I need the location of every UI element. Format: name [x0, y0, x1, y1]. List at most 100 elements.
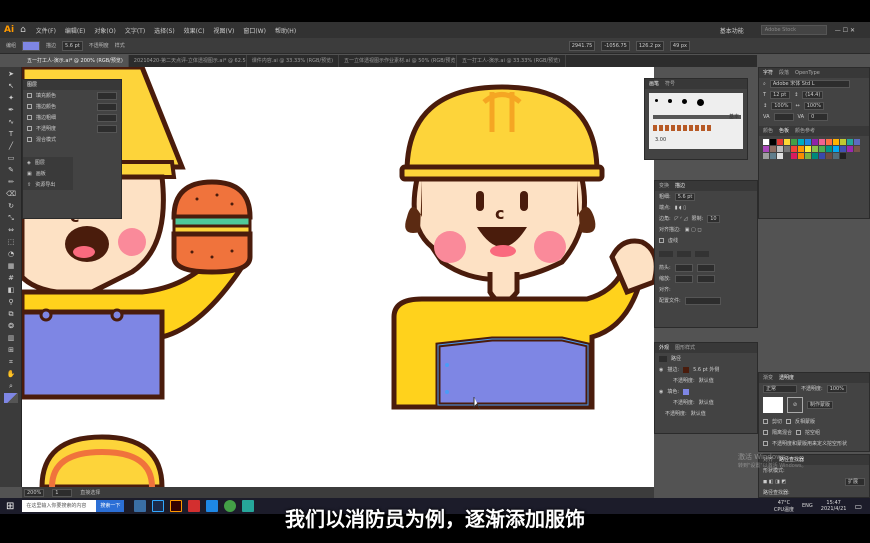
fill-swatch[interactable]	[22, 40, 41, 51]
perspective-grid-icon[interactable]: ▦	[4, 261, 18, 271]
clip-checkbox[interactable]	[763, 419, 768, 424]
color-swatch[interactable]	[777, 139, 783, 145]
color-swatch[interactable]	[784, 146, 790, 152]
color-swatch[interactable]	[763, 146, 769, 152]
knockout-checkbox[interactable]	[796, 430, 802, 435]
font-family-select[interactable]: Adobe 宋体 Std L	[769, 79, 850, 88]
eye-icon[interactable]: ◉	[659, 389, 663, 395]
color-swatch[interactable]	[784, 153, 790, 159]
eye-icon[interactable]: ◉	[659, 367, 663, 373]
rectangle-tool-icon[interactable]: ▭	[4, 153, 18, 163]
color-swatch[interactable]	[812, 146, 818, 152]
align-buttons[interactable]: ▣ ▢ ◻	[685, 227, 702, 233]
tab-character[interactable]: 字符	[763, 68, 773, 78]
checkbox[interactable]	[27, 126, 32, 131]
zoom-tool-icon[interactable]: ⌕	[4, 381, 18, 391]
symbol-sprayer-icon[interactable]: ❂	[4, 321, 18, 331]
tab-graphic-styles[interactable]: 图形样式	[675, 343, 695, 353]
invert-checkbox[interactable]	[786, 419, 792, 424]
type-tool-icon[interactable]: T	[4, 129, 18, 139]
tab-gradient[interactable]: 渐变	[763, 373, 773, 383]
stock-search-input[interactable]: Adobe Stock	[760, 25, 827, 35]
tab-appearance[interactable]: 外观	[659, 343, 669, 353]
fill-swatch[interactable]	[683, 388, 690, 395]
menu-item-object[interactable]: 对象(O)	[94, 26, 115, 35]
menu-item-artboards[interactable]: 画板	[36, 170, 46, 177]
hand-tool-icon[interactable]: ✋	[4, 369, 18, 379]
free-transform-icon[interactable]: ⬚	[4, 237, 18, 247]
color-swatch[interactable]	[812, 153, 818, 159]
tab-swatches[interactable]: 色板	[779, 126, 789, 136]
opacity-row-value[interactable]: 默认值	[691, 410, 706, 417]
color-swatch[interactable]	[847, 146, 853, 152]
menu-item-select[interactable]: 选择(S)	[154, 26, 175, 35]
stroke-weight-field[interactable]: 5.6 pt	[62, 40, 83, 51]
stroke-swatch[interactable]	[683, 366, 690, 373]
define-knockout-checkbox[interactable]	[763, 441, 768, 446]
blend-tool-icon[interactable]: ⧉	[4, 309, 18, 319]
slice-tool-icon[interactable]: ⌗	[4, 357, 18, 367]
tab-stroke[interactable]: 描边	[675, 181, 685, 191]
color-swatch[interactable]	[784, 139, 790, 145]
opacity-input[interactable]: 100%	[826, 384, 847, 393]
stroke-weight-input[interactable]: 5.6 pt	[674, 192, 696, 201]
artboard-canvas[interactable]: c 图层 填充颜色 描边颜色 描边粗细 不透明度 混合模式 ◈ 图层 ▣ 画板 …	[22, 67, 654, 487]
width-field[interactable]: 126.2 px	[635, 40, 664, 51]
color-swatch[interactable]	[826, 153, 832, 159]
checkbox[interactable]	[27, 104, 32, 109]
color-swatch[interactable]	[833, 146, 839, 152]
magic-wand-icon[interactable]: ✦	[4, 93, 18, 103]
doc-tab[interactable]: 五一打工人-演示.ai* @ 200% (RGB/预览)	[22, 55, 129, 67]
blend-mode-select[interactable]: 正常	[763, 384, 797, 393]
color-swatch[interactable]	[770, 146, 776, 152]
tracking-input[interactable]: 0	[808, 112, 829, 121]
opacity-row-value[interactable]: 默认值	[699, 377, 714, 384]
doc-tab[interactable]: 五一打工人-演示.ai @ 33.33% (RGB/预览)	[457, 55, 567, 67]
curvature-tool-icon[interactable]: ∿	[4, 117, 18, 127]
gradient-tool-icon[interactable]: ◧	[4, 285, 18, 295]
menu-item-window[interactable]: 窗口(W)	[243, 26, 266, 35]
doc-tab[interactable]: 课件内容.ai @ 33.33% (RGB/预览)	[247, 55, 340, 67]
tab-color-guide[interactable]: 颜色参考	[795, 126, 815, 136]
color-swatch[interactable]	[840, 153, 846, 159]
tab-color[interactable]: 颜色	[763, 126, 773, 136]
color-swatch[interactable]	[805, 139, 811, 145]
stroke-row-value[interactable]: 5.6 pt 外侧	[693, 366, 719, 373]
limit-input[interactable]: 10	[707, 214, 720, 223]
eraser-tool-icon[interactable]: ⌫	[4, 189, 18, 199]
width-tool-icon[interactable]: ⇔	[4, 225, 18, 235]
v-scale-input[interactable]: 100%	[771, 101, 792, 110]
selection-tool-icon[interactable]: ➤	[4, 69, 18, 79]
color-swatch[interactable]	[826, 139, 832, 145]
checkbox[interactable]	[27, 137, 32, 142]
column-graph-icon[interactable]: ▥	[4, 333, 18, 343]
tab-brushes[interactable]: 画笔	[649, 79, 659, 89]
scale-start-input[interactable]	[674, 274, 693, 283]
opacity-row-value[interactable]: 默认值	[699, 399, 714, 406]
make-mask-button[interactable]: 制作蒙版	[807, 401, 834, 409]
color-swatch[interactable]	[819, 153, 825, 159]
tab-opentype[interactable]: OpenType	[795, 68, 820, 78]
doc-tab[interactable]: 20210420-第二天点评-立体透视图示.ai* @ 62.5% (RGB/预…	[129, 55, 247, 67]
x-field[interactable]: 2941.75	[568, 40, 596, 51]
pen-tool-icon[interactable]: ✒	[4, 105, 18, 115]
cap-buttons[interactable]: ▮ ◖ ▯	[675, 205, 686, 211]
menu-item-asset-export[interactable]: 资源导出	[35, 181, 55, 188]
row-field[interactable]	[97, 91, 117, 100]
color-swatch[interactable]	[791, 139, 797, 145]
isolate-checkbox[interactable]	[763, 430, 768, 435]
color-swatch[interactable]	[770, 139, 776, 145]
line-tool-icon[interactable]: ╱	[4, 141, 18, 151]
color-swatch[interactable]	[854, 139, 860, 145]
doc-tab[interactable]: 五一立体透视图示作业素材.ai @ 50% (RGB/预览)	[339, 55, 458, 67]
zoom-field[interactable]: 200%	[24, 488, 45, 497]
color-swatch[interactable]	[805, 153, 811, 159]
kerning-input[interactable]	[773, 112, 794, 121]
corner-buttons[interactable]: ◸ ◜ ◿	[675, 216, 688, 222]
row-field[interactable]	[97, 113, 117, 122]
menu-item-file[interactable]: 文件(F)	[36, 26, 56, 35]
brush-preview-area[interactable]: 基本 3.00	[649, 93, 743, 149]
y-field[interactable]: -1056.75	[601, 40, 630, 51]
color-swatch[interactable]	[833, 139, 839, 145]
menu-item-help[interactable]: 帮助(H)	[275, 26, 296, 35]
